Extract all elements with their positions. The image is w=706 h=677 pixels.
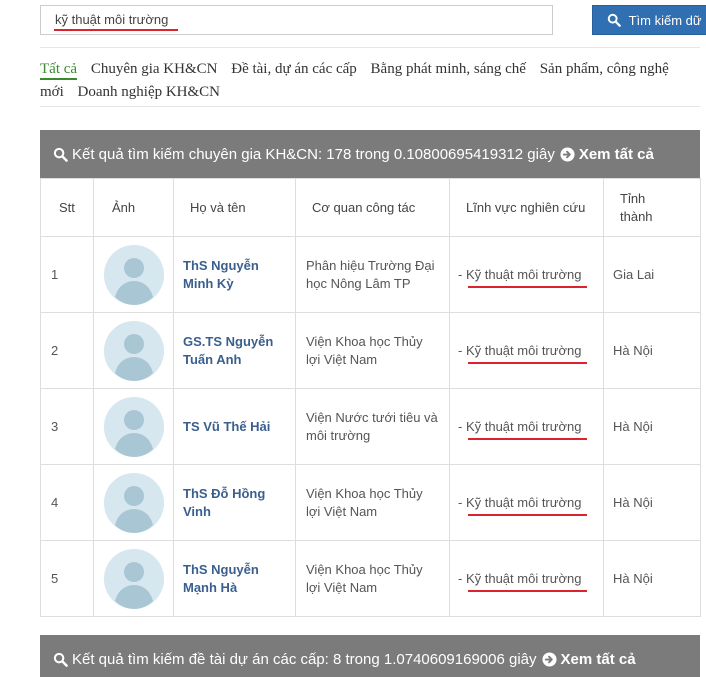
table-row: 1 ThS Nguyễn Minh Kỳ Phân hiệu Trường Đại … [40,236,701,313]
divider [40,106,700,107]
research-field-link[interactable]: Kỹ thuật môi trường [465,342,588,364]
expert-name-link[interactable]: GS.TS Nguyễn Tuấn Anh [183,334,273,367]
research-field-text: Kỹ thuật môi trường [465,342,582,358]
experts-see-all-link[interactable]: Xem tất cả [560,146,654,163]
expert-province: Hà Nội [603,388,701,465]
research-field-text: Kỹ thuật môi trường [465,418,582,434]
tab-enterprises[interactable]: Doanh nghiệp KH&CN [78,84,221,100]
annotation-underline [467,589,588,592]
column-header-photo: Ảnh [93,178,174,237]
tab-experts[interactable]: Chuyên gia KH&CN [91,61,218,77]
expert-name-link[interactable]: ThS Đỗ Hồng Vinh [183,486,265,519]
expert-name-link[interactable]: TS Vũ Thế Hải [183,419,270,434]
expert-province: Gia Lai [603,236,701,313]
expert-research-field: - Kỹ thuật môi trường [449,236,604,313]
row-index: 2 [40,312,94,389]
column-header-province: Tỉnh thành [603,178,701,237]
expert-province: Hà Nội [603,312,701,389]
experts-panel: Kết quả tìm kiếm chuyên gia KH&CN: 178 t… [40,130,701,617]
expert-province: Hà Nội [603,464,701,541]
experts-panel-header: Kết quả tìm kiếm chuyên gia KH&CN: 178 t… [40,130,700,178]
research-field-text: Kỹ thuật môi trường [465,266,582,282]
row-index: 1 [40,236,94,313]
projects-summary: Kết quả tìm kiếm đề tài dự án các cấp: 8… [72,650,537,668]
category-tabs: Tất cả Chuyên gia KH&CN Đề tài, dự án cá… [40,58,700,104]
table-header-row: Stt Ảnh Họ và tên Cơ quan công tác Lĩnh … [40,178,701,237]
row-index: 3 [40,388,94,465]
arrow-circle-right-icon [560,146,575,162]
research-field-link[interactable]: Kỹ thuật môi trường [465,266,588,288]
avatar[interactable] [104,548,164,609]
search-annotation-underline [54,29,178,31]
avatar-cell [93,236,174,313]
experts-see-all-label: Xem tất cả [578,145,654,163]
expert-name-link[interactable]: ThS Nguyễn Minh Kỳ [183,258,259,291]
search-button-label: Tìm kiếm dữ liệu [628,12,706,28]
expert-organization: Phân hiệu Trường Đại học Nông Lâm TP [295,236,450,313]
search-icon [607,13,621,27]
expert-research-field: - Kỹ thuật môi trường [449,388,604,465]
column-header-organization: Cơ quan công tác [295,178,450,237]
table-row: 2 GS.TS Nguyễn Tuấn Anh Viện Khoa học Thủy… [40,312,701,389]
expert-organization: Viện Khoa học Thủy lợi Việt Nam [295,312,450,389]
research-field-link[interactable]: Kỹ thuật môi trường [465,494,588,516]
field-prefix: - [458,266,466,282]
experts-table: Stt Ảnh Họ và tên Cơ quan công tác Lĩnh … [40,178,701,617]
avatar-cell [93,464,174,541]
projects-see-all-label: Xem tất cả [560,650,636,668]
row-index: 4 [40,464,94,541]
avatar[interactable] [104,320,164,381]
annotation-underline [467,437,588,440]
tab-projects[interactable]: Đề tài, dự án các cấp [231,61,357,77]
experts-table-body: 1 ThS Nguyễn Minh Kỳ Phân hiệu Trường Đại … [40,236,701,617]
tab-all[interactable]: Tất cả [40,61,78,80]
experts-summary: Kết quả tìm kiếm chuyên gia KH&CN: 178 t… [72,145,555,163]
search-icon [53,147,68,162]
column-header-research-field: Lĩnh vực nghiên cứu [449,178,604,237]
table-row: 4 ThS Đỗ Hồng Vinh Viện Khoa học Thủy lợi … [40,464,701,541]
avatar[interactable] [104,472,164,533]
field-prefix: - [458,342,466,358]
research-field-link[interactable]: Kỹ thuật môi trường [465,570,588,592]
tab-patents[interactable]: Bằng phát minh, sáng chế [371,61,526,77]
avatar-cell [93,540,174,617]
annotation-underline [467,513,588,516]
column-header-name: Họ và tên [173,178,296,237]
search-button[interactable]: Tìm kiếm dữ liệu [592,5,706,35]
expert-organization: Viện Khoa học Thủy lợi Việt Nam [295,464,450,541]
research-field-link[interactable]: Kỹ thuật môi trường [465,418,588,440]
field-prefix: - [458,570,466,586]
projects-panel: Kết quả tìm kiếm đề tài dự án các cấp: 8… [40,635,700,677]
expert-research-field: - Kỹ thuật môi trường [449,312,604,389]
projects-panel-header: Kết quả tìm kiếm đề tài dự án các cấp: 8… [40,635,700,677]
expert-research-field: - Kỹ thuật môi trường [449,540,604,617]
table-row: 5 ThS Nguyễn Mạnh Hà Viện Khoa học Thủy lợ… [40,540,701,617]
annotation-underline [467,361,588,364]
expert-organization: Viện Khoa học Thủy lợi Việt Nam [295,540,450,617]
avatar[interactable] [104,396,164,457]
search-icon [53,652,68,667]
expert-research-field: - Kỹ thuật môi trường [449,464,604,541]
table-row: 3 TS Vũ Thế Hải Viện Nước tưới tiêu và môi… [40,388,701,465]
avatar-cell [93,312,174,389]
annotation-underline [467,285,588,288]
row-index: 5 [40,540,94,617]
avatar-cell [93,388,174,465]
avatar[interactable] [104,244,164,305]
field-prefix: - [458,494,466,510]
research-field-text: Kỹ thuật môi trường [465,494,582,510]
expert-name-link[interactable]: ThS Nguyễn Mạnh Hà [183,562,259,595]
arrow-circle-right-icon [542,651,557,667]
column-header-stt: Stt [40,178,94,237]
field-prefix: - [458,418,466,434]
research-field-text: Kỹ thuật môi trường [465,570,582,586]
search-input-value: kỹ thuật môi trường [55,12,169,27]
search-bar: kỹ thuật môi trường Tìm kiếm dữ liệu [40,5,706,35]
divider [40,47,700,48]
projects-see-all-link[interactable]: Xem tất cả [542,651,636,668]
expert-organization: Viện Nước tưới tiêu và môi trường [295,388,450,465]
expert-province: Hà Nội [603,540,701,617]
